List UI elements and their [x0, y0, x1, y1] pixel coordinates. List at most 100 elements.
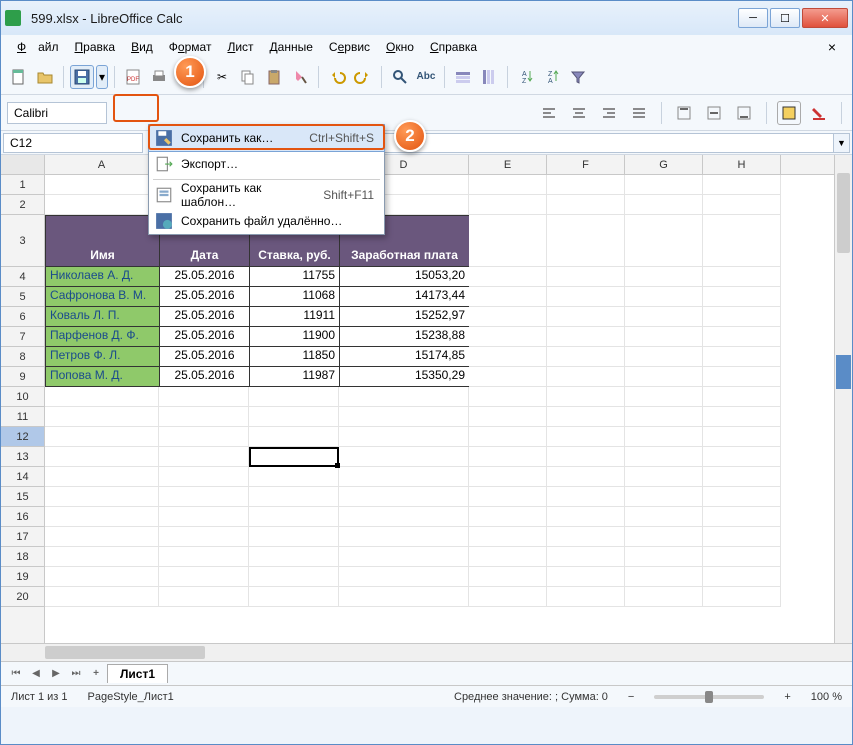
- menu-tools[interactable]: Сервис: [323, 38, 376, 56]
- table-header-name[interactable]: Имя: [45, 215, 159, 267]
- copy-button[interactable]: [236, 65, 260, 89]
- align-justify-button[interactable]: [627, 101, 651, 125]
- borders-button[interactable]: [777, 101, 801, 125]
- align-left-button[interactable]: [537, 101, 561, 125]
- row-header-12[interactable]: 12: [1, 427, 44, 447]
- cell[interactable]: [469, 195, 547, 215]
- menu-file[interactable]: Файл: [11, 38, 65, 56]
- row-header-19[interactable]: 19: [1, 567, 44, 587]
- col-header-f[interactable]: F: [547, 155, 625, 174]
- select-all-corner[interactable]: [1, 155, 44, 175]
- menu-sheet[interactable]: Лист: [221, 38, 259, 56]
- export-pdf-button[interactable]: PDF: [121, 65, 145, 89]
- cell[interactable]: [625, 175, 703, 195]
- row-header-10[interactable]: 10: [1, 387, 44, 407]
- menu-item-save-as[interactable]: Сохранить как… Ctrl+Shift+S: [149, 125, 384, 151]
- tab-first-button[interactable]: ⏮: [7, 665, 25, 683]
- spellcheck-button[interactable]: Abc: [414, 65, 438, 89]
- cell[interactable]: [469, 175, 547, 195]
- menu-edit[interactable]: Правка: [69, 38, 122, 56]
- tab-prev-button[interactable]: ◀: [27, 665, 45, 683]
- menu-view[interactable]: Вид: [125, 38, 159, 56]
- cell[interactable]: [45, 195, 159, 215]
- row-header-2[interactable]: 2: [1, 195, 44, 215]
- cell[interactable]: [625, 195, 703, 215]
- formula-input[interactable]: [363, 133, 834, 153]
- col-header-a[interactable]: A: [45, 155, 159, 174]
- zoom-out-button[interactable]: −: [628, 691, 634, 703]
- row-header-20[interactable]: 20: [1, 587, 44, 607]
- horizontal-scrollbar[interactable]: [1, 643, 852, 661]
- menu-format[interactable]: Формат: [163, 38, 218, 56]
- vertical-scrollbar[interactable]: [834, 155, 852, 643]
- zoom-level[interactable]: 100 %: [811, 691, 842, 703]
- col-header-e[interactable]: E: [469, 155, 547, 174]
- row-header-6[interactable]: 6: [1, 307, 44, 327]
- new-doc-button[interactable]: [7, 65, 31, 89]
- menu-item-save-template[interactable]: Сохранить как шаблон… Shift+F11: [149, 182, 384, 208]
- col-header-g[interactable]: G: [625, 155, 703, 174]
- add-sheet-button[interactable]: +: [87, 665, 105, 683]
- zoom-slider[interactable]: [654, 695, 764, 699]
- row-header-18[interactable]: 18: [1, 547, 44, 567]
- row-header-16[interactable]: 16: [1, 507, 44, 527]
- close-window-button[interactable]: ✕: [802, 8, 848, 28]
- align-center-button[interactable]: [567, 101, 591, 125]
- row-header-1[interactable]: 1: [1, 175, 44, 195]
- menu-item-save-remote[interactable]: Сохранить файл удалённо…: [149, 208, 384, 234]
- save-button[interactable]: [70, 65, 94, 89]
- maximize-button[interactable]: ☐: [770, 8, 800, 28]
- close-document-button[interactable]: ×: [822, 39, 842, 55]
- find-button[interactable]: [388, 65, 412, 89]
- formula-expand-button[interactable]: ▼: [834, 133, 850, 153]
- undo-button[interactable]: [325, 65, 349, 89]
- tab-last-button[interactable]: ⏭: [67, 665, 85, 683]
- open-button[interactable]: [33, 65, 57, 89]
- status-page-style[interactable]: PageStyle_Лист1: [88, 691, 174, 703]
- cell[interactable]: [625, 215, 703, 267]
- cell[interactable]: [469, 215, 547, 267]
- menu-window[interactable]: Окно: [380, 38, 420, 56]
- cell[interactable]: [45, 175, 159, 195]
- menu-item-export[interactable]: Экспорт…: [149, 151, 384, 177]
- save-dropdown-button[interactable]: ▾: [96, 65, 108, 89]
- row-header-13[interactable]: 13: [1, 447, 44, 467]
- autofilter-button[interactable]: [566, 65, 590, 89]
- row-header-17[interactable]: 17: [1, 527, 44, 547]
- print-button[interactable]: [147, 65, 171, 89]
- row-header-5[interactable]: 5: [1, 287, 44, 307]
- valign-top-button[interactable]: [672, 101, 696, 125]
- minimize-button[interactable]: ─: [738, 8, 768, 28]
- menu-data[interactable]: Данные: [264, 38, 319, 56]
- cell[interactable]: [547, 195, 625, 215]
- row-button[interactable]: [451, 65, 475, 89]
- redo-button[interactable]: [351, 65, 375, 89]
- row-header-7[interactable]: 7: [1, 327, 44, 347]
- cut-button[interactable]: ✂: [210, 65, 234, 89]
- sort-desc-button[interactable]: ZA: [540, 65, 564, 89]
- cell[interactable]: [703, 215, 781, 267]
- row-header-4[interactable]: 4: [1, 267, 44, 287]
- align-right-button[interactable]: [597, 101, 621, 125]
- row-header-8[interactable]: 8: [1, 347, 44, 367]
- valign-bottom-button[interactable]: [732, 101, 756, 125]
- font-family-input[interactable]: [7, 102, 107, 124]
- cell[interactable]: [703, 175, 781, 195]
- row-header-11[interactable]: 11: [1, 407, 44, 427]
- valign-middle-button[interactable]: [702, 101, 726, 125]
- sort-asc-button[interactable]: AZ: [514, 65, 538, 89]
- column-button[interactable]: [477, 65, 501, 89]
- cell[interactable]: [703, 195, 781, 215]
- row-header-3[interactable]: 3: [1, 215, 44, 267]
- col-header-h[interactable]: H: [703, 155, 781, 174]
- highlight-color-button[interactable]: [807, 101, 831, 125]
- menu-help[interactable]: Справка: [424, 38, 483, 56]
- format-paintbrush-button[interactable]: [288, 65, 312, 89]
- paste-button[interactable]: [262, 65, 286, 89]
- sheet-tab-1[interactable]: Лист1: [107, 664, 168, 683]
- cell[interactable]: [547, 175, 625, 195]
- row-header-15[interactable]: 15: [1, 487, 44, 507]
- tab-next-button[interactable]: ▶: [47, 665, 65, 683]
- zoom-in-button[interactable]: +: [784, 691, 790, 703]
- cell-reference-input[interactable]: [3, 133, 143, 153]
